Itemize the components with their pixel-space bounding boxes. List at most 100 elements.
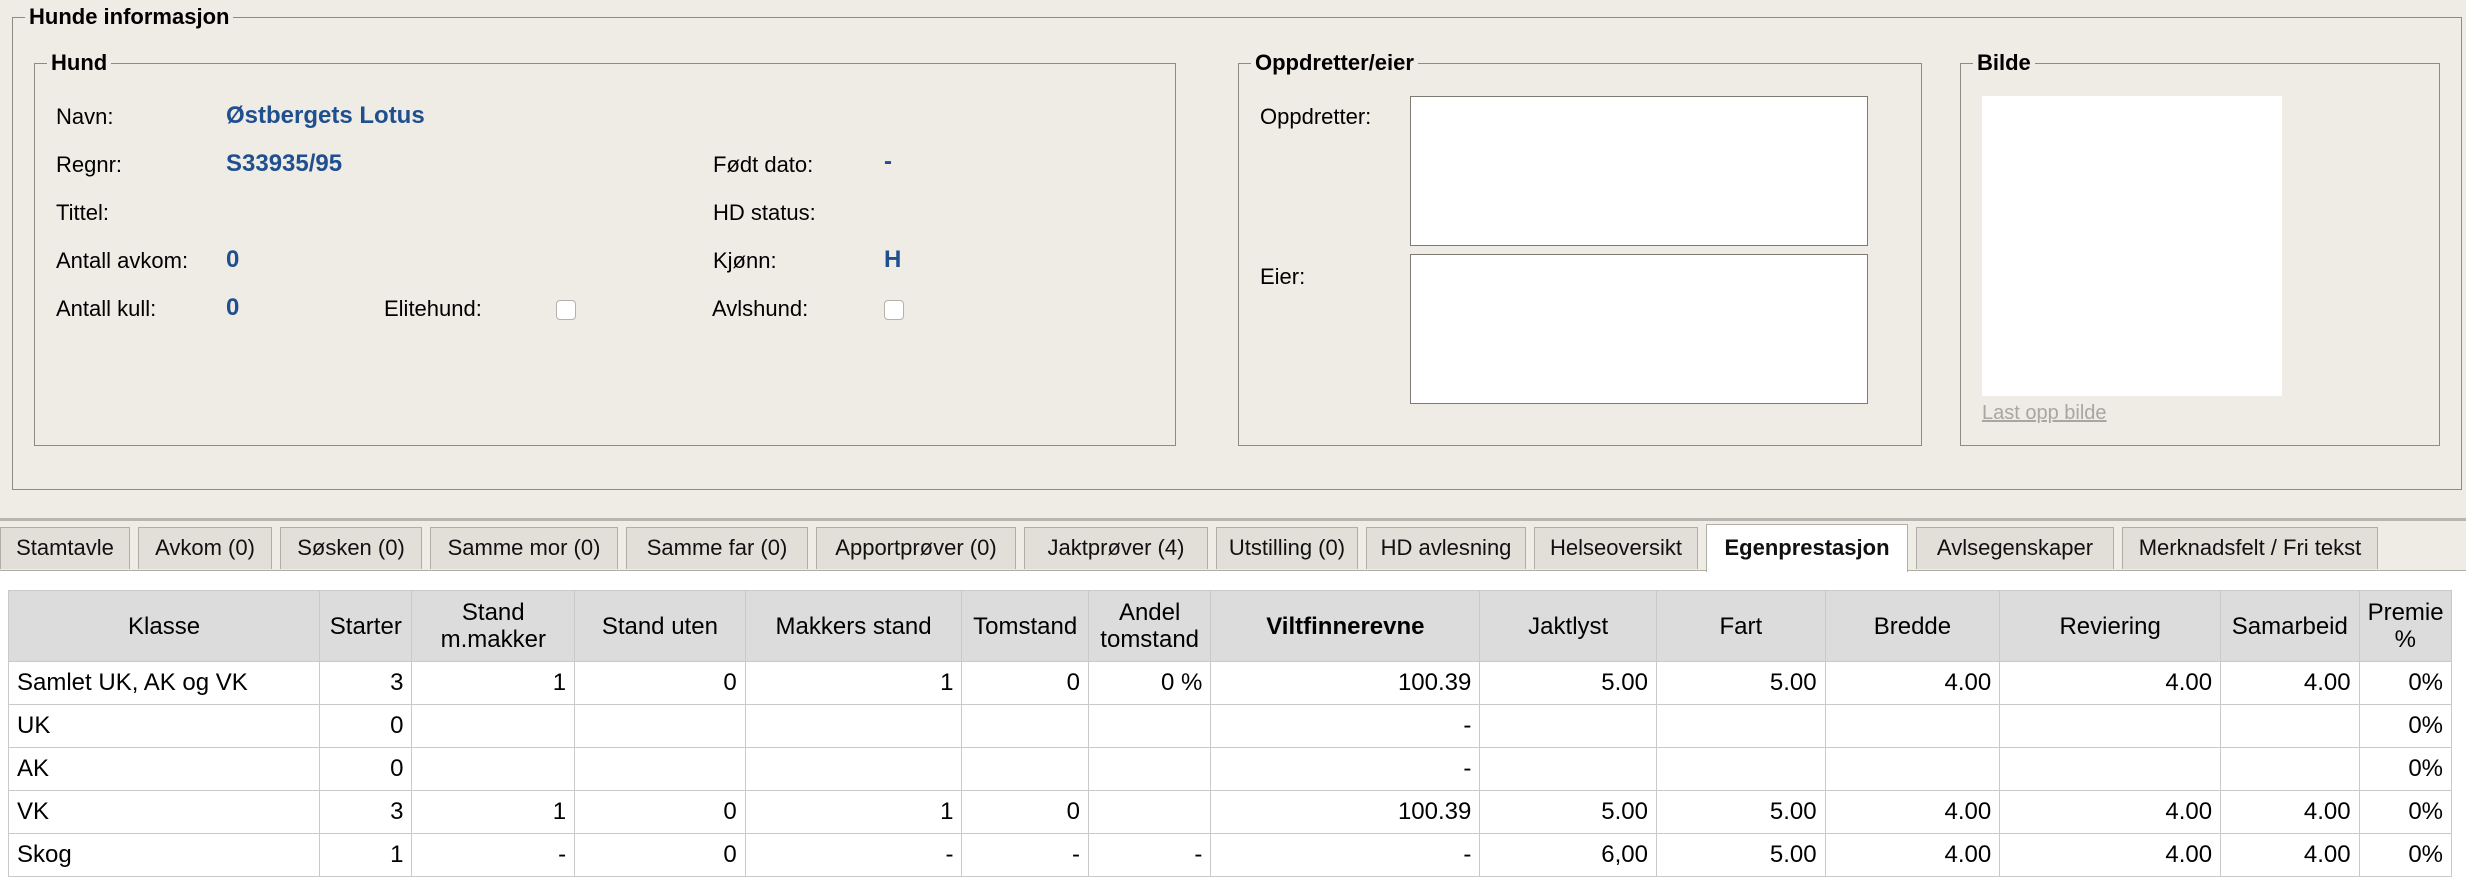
oppdretter-label: Oppdretter: xyxy=(1260,104,1372,129)
header-viltfinnerevne: Viltfinnerevne xyxy=(1210,590,1481,662)
tab-samme-mor[interactable]: Samme mor (0) xyxy=(430,527,618,569)
table-row: Samlet UK, AK og VK 3 1 0 1 0 0 % 100.39… xyxy=(7,661,2453,705)
header-stand-uten: Stand uten xyxy=(574,590,746,662)
table-cell xyxy=(1999,747,2222,791)
table-cell xyxy=(1656,747,1826,791)
tab-sosken[interactable]: Søsken (0) xyxy=(280,527,422,569)
dog-info-panel: Hunde informasjon Hund Navn: Østbergets … xyxy=(0,0,2466,518)
table-cell: 1 xyxy=(411,790,576,834)
avlshund-label: Avlshund: xyxy=(712,296,809,321)
upload-photo-link[interactable]: Last opp bilde xyxy=(1982,402,2107,425)
table-cell: 5.00 xyxy=(1656,790,1826,834)
hund-fieldset: Hund xyxy=(34,50,1176,446)
table-cell xyxy=(1824,704,2001,748)
navn-label: Navn: xyxy=(56,104,114,129)
table-cell: UK xyxy=(7,704,321,748)
tab-bar-line xyxy=(0,570,2466,571)
tab-hd-avlesning[interactable]: HD avlesning xyxy=(1366,527,1526,569)
tab-stamtavle[interactable]: Stamtavle xyxy=(0,527,130,569)
table-cell xyxy=(1087,704,1212,748)
table-cell: 0 xyxy=(319,704,413,748)
table-cell xyxy=(411,704,576,748)
table-cell xyxy=(961,704,1089,748)
header-fart: Fart xyxy=(1656,590,1826,662)
table-cell: 1 xyxy=(744,661,963,705)
table-cell: 3 xyxy=(319,661,413,705)
table-cell: 0% xyxy=(2358,704,2453,748)
table-cell: 0% xyxy=(2358,747,2453,791)
table-cell xyxy=(744,747,963,791)
table-cell: - xyxy=(1210,704,1481,748)
table-cell: 4.00 xyxy=(1999,661,2222,705)
table-cell: 4.00 xyxy=(2220,833,2360,877)
table-cell: 0 xyxy=(319,747,413,791)
table-cell: 6,00 xyxy=(1479,833,1657,877)
table-cell: 0 xyxy=(961,790,1089,834)
table-cell: - xyxy=(961,833,1089,877)
tab-samme-far[interactable]: Samme far (0) xyxy=(626,527,808,569)
avlshund-checkbox[interactable] xyxy=(884,300,904,320)
oppdretter-box[interactable] xyxy=(1410,96,1868,246)
header-andel-tomstand: Andel tomstand xyxy=(1087,590,1212,662)
header-klasse: Klasse xyxy=(7,590,321,662)
tab-utstilling[interactable]: Utstilling (0) xyxy=(1216,527,1358,569)
header-tomstand: Tomstand xyxy=(961,590,1089,662)
tab-helseoversikt[interactable]: Helseoversikt xyxy=(1534,527,1698,569)
table-cell: - xyxy=(1087,833,1212,877)
regnr-value: S33935/95 xyxy=(226,150,343,177)
dog-info-legend: Hunde informasjon xyxy=(29,4,230,29)
table-cell: 4.00 xyxy=(1824,790,2001,834)
fodt-label: Født dato: xyxy=(713,152,814,177)
tab-merknadsfelt[interactable]: Merknadsfelt / Fri tekst xyxy=(2122,527,2378,569)
table-cell xyxy=(1087,747,1212,791)
bilde-legend: Bilde xyxy=(1977,50,2031,75)
table-cell: - xyxy=(1210,747,1481,791)
header-premie: Premie % xyxy=(2358,590,2453,662)
table-cell xyxy=(1087,790,1212,834)
table-cell: 5.00 xyxy=(1656,661,1826,705)
header-bredde: Bredde xyxy=(1824,590,2001,662)
table-cell: 0 % xyxy=(1087,661,1212,705)
table-cell: Samlet UK, AK og VK xyxy=(7,661,321,705)
table-cell: 4.00 xyxy=(1999,790,2222,834)
table-cell: Skog xyxy=(7,833,321,877)
header-starter: Starter xyxy=(319,590,413,662)
elitehund-label: Elitehund: xyxy=(384,296,482,321)
table-cell: - xyxy=(411,833,576,877)
tab-avlsegenskaper[interactable]: Avlsegenskaper xyxy=(1916,527,2114,569)
table-row: UK 0 - 0% xyxy=(7,704,2453,748)
header-stand-m-makker: Stand m.makker xyxy=(411,590,576,662)
kjonn-value: H xyxy=(884,246,902,273)
table-row: Skog 1 - 0 - - - - 6,00 5.00 4.00 4.00 4… xyxy=(7,833,2453,877)
kjonn-label: Kjønn: xyxy=(713,248,777,273)
tab-avkom[interactable]: Avkom (0) xyxy=(138,527,272,569)
table-cell: 0% xyxy=(2358,790,2453,834)
table-cell: 100.39 xyxy=(1210,661,1481,705)
table-cell: VK xyxy=(7,790,321,834)
table-cell: 4.00 xyxy=(1999,833,2222,877)
table-cell: 0 xyxy=(574,661,746,705)
table-cell xyxy=(574,704,746,748)
table-cell: 4.00 xyxy=(1824,661,2001,705)
table-cell xyxy=(744,704,963,748)
table-cell: - xyxy=(744,833,963,877)
avkom-value: 0 xyxy=(226,246,240,273)
table-cell: 0 xyxy=(961,661,1089,705)
tab-egenprestasjon[interactable]: Egenprestasjon xyxy=(1706,524,1908,572)
table-cell: 5.00 xyxy=(1479,661,1657,705)
table-cell: AK xyxy=(7,747,321,791)
eier-box[interactable] xyxy=(1410,254,1868,404)
hd-status-label: HD status: xyxy=(713,200,816,225)
table-cell: 100.39 xyxy=(1210,790,1481,834)
elitehund-checkbox[interactable] xyxy=(556,300,576,320)
eier-label: Eier: xyxy=(1260,264,1306,289)
table-cell: 0% xyxy=(2358,833,2453,877)
table-cell: 5.00 xyxy=(1656,833,1826,877)
table-cell: 4.00 xyxy=(1824,833,2001,877)
tab-apportprover[interactable]: Apportprøver (0) xyxy=(816,527,1016,569)
table-cell xyxy=(1479,704,1657,748)
header-makkers-stand: Makkers stand xyxy=(744,590,963,662)
header-reviering: Reviering xyxy=(1999,590,2222,662)
avkom-label: Antall avkom: xyxy=(56,248,189,273)
tab-jaktprover[interactable]: Jaktprøver (4) xyxy=(1024,527,1208,569)
